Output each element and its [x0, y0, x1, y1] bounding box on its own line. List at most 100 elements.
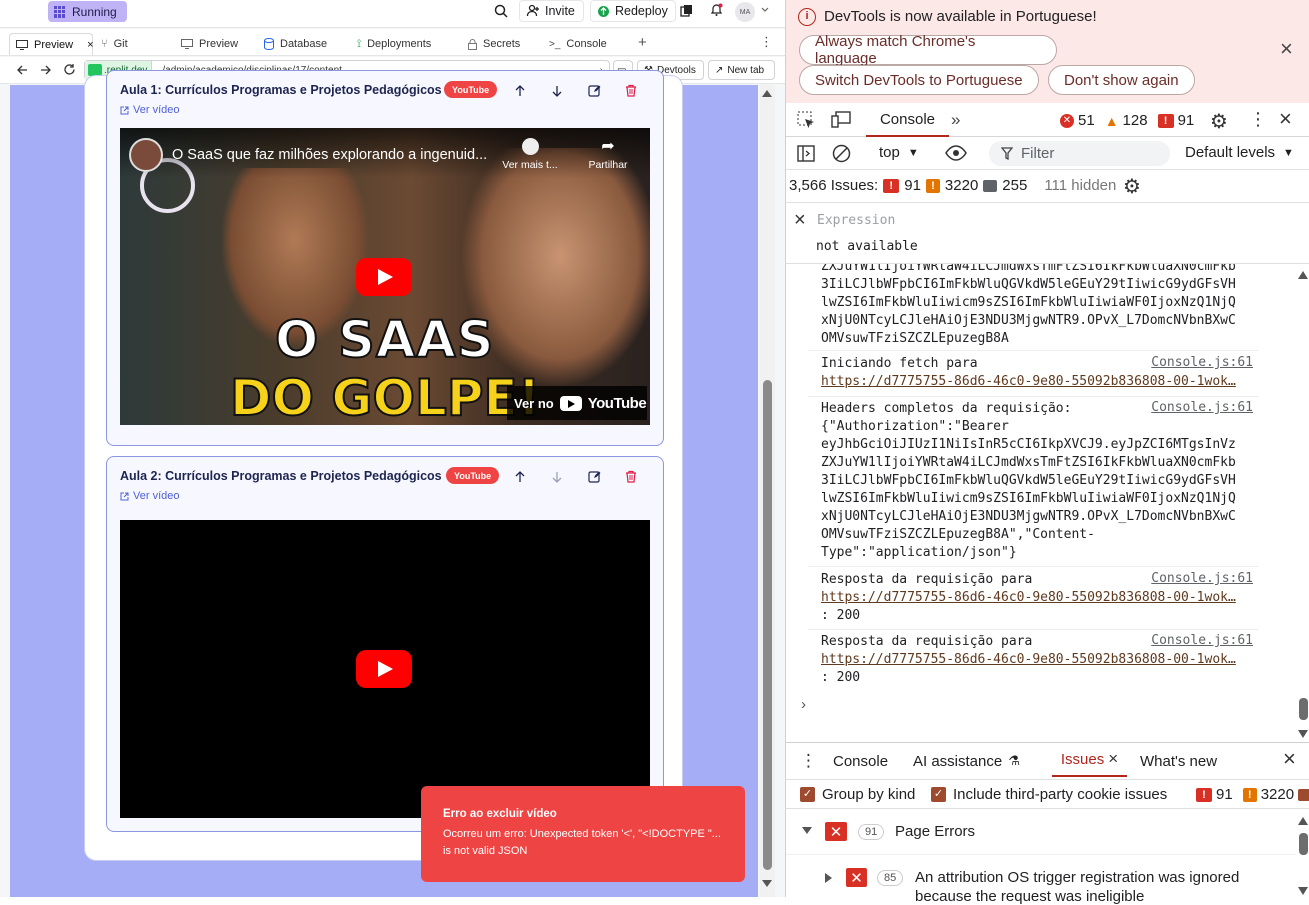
watch-video-link[interactable]: Ver vídeo: [120, 104, 179, 116]
page-errors-group[interactable]: ✕ 91 Page Errors: [786, 811, 1296, 855]
more-vertical-icon[interactable]: ⋮: [800, 751, 817, 771]
gear-icon[interactable]: ⚙: [1123, 174, 1141, 199]
drawer-tab-issues[interactable]: Issues ×: [1052, 743, 1127, 777]
close-icon[interactable]: ×: [1108, 749, 1118, 769]
drawer-scrollbar[interactable]: [1297, 811, 1309, 898]
tab-secrets[interactable]: Secrets: [462, 33, 542, 55]
log-source-link[interactable]: Console.js:61: [1151, 571, 1253, 586]
issues-counts: 3,566 Issues: ! 91 ! 3220 255 111 hidden: [789, 177, 1116, 194]
gear-icon[interactable]: ⚙: [1210, 109, 1228, 134]
prompt-chevron-icon[interactable]: ›: [801, 696, 806, 713]
close-icon[interactable]: ×: [87, 39, 93, 51]
edit-icon[interactable]: [588, 470, 604, 486]
reload-icon[interactable]: [63, 63, 76, 76]
log-source-link[interactable]: Console.js:61: [1151, 355, 1253, 370]
edit-icon[interactable]: [588, 84, 604, 100]
filter-input[interactable]: Filter: [989, 141, 1170, 166]
more-tabs-icon[interactable]: »: [951, 110, 960, 130]
drawer-tab-whats-new[interactable]: What's new: [1140, 753, 1217, 770]
scroll-down-icon[interactable]: [762, 880, 772, 887]
scroll-thumb[interactable]: [1299, 833, 1308, 855]
trash-icon[interactable]: [625, 84, 641, 100]
avatar[interactable]: MA: [735, 2, 755, 22]
more-vertical-icon[interactable]: ⋮: [760, 34, 773, 50]
close-icon[interactable]: ×: [1279, 106, 1292, 132]
expand-down-icon[interactable]: [802, 827, 812, 834]
clear-console-icon[interactable]: [832, 144, 851, 163]
share-button[interactable]: ➦ Partilhar: [578, 138, 638, 171]
video-title[interactable]: O SaaS que faz milhões explorando a inge…: [172, 147, 487, 163]
error-toast[interactable]: Erro ao excluir vídeo Ocorreu um erro: U…: [421, 786, 745, 882]
run-status-button[interactable]: Running: [48, 1, 127, 22]
tab-git[interactable]: ⑂ Git: [95, 33, 173, 55]
video-embed[interactable]: [120, 520, 650, 818]
log-source-link[interactable]: Console.js:61: [1151, 400, 1253, 415]
video-embed[interactable]: O SaaS que faz milhões explorando a inge…: [120, 128, 650, 425]
invite-button[interactable]: Invite: [519, 0, 584, 22]
third-party-checkbox[interactable]: ✓ Include third-party cookie issues: [931, 786, 1167, 803]
watch-on-youtube[interactable]: Ver no YouTube: [507, 386, 647, 420]
log-url-link[interactable]: https://d7775755-86d6-46c0-9e80-55092b83…: [821, 651, 1259, 669]
close-icon[interactable]: ×: [794, 209, 806, 232]
group-by-kind-checkbox[interactable]: ✓ Group by kind: [800, 786, 915, 803]
error-counter[interactable]: ✕ 51 ▲ 128 ! 91: [1060, 112, 1194, 129]
sidebar-toggle-icon[interactable]: [797, 145, 815, 162]
device-toolbar-icon[interactable]: [831, 111, 851, 128]
bell-icon[interactable]: [710, 3, 723, 17]
issues-toolbar: ✓ Group by kind ✓ Include third-party co…: [786, 779, 1309, 809]
move-down-icon[interactable]: [551, 471, 567, 487]
drawer-tab-ai-assistance[interactable]: AI assistance ⚗: [913, 753, 1020, 770]
play-button[interactable]: [356, 258, 412, 296]
expression-input[interactable]: Expression: [817, 213, 895, 228]
log-url-link[interactable]: https://d7775755-86d6-46c0-9e80-55092b83…: [821, 373, 1259, 391]
add-tab-icon[interactable]: +: [638, 34, 647, 51]
new-tab-button[interactable]: ↗ New tab: [708, 60, 775, 80]
dont-show-again-button[interactable]: Don't show again: [1048, 65, 1195, 95]
play-button[interactable]: [356, 650, 412, 688]
scroll-down-icon[interactable]: [1298, 887, 1308, 895]
more-vertical-icon[interactable]: ⋮: [1249, 109, 1267, 130]
watch-video-link[interactable]: Ver vídeo: [120, 490, 179, 502]
issue-warning-icon: !: [925, 178, 940, 193]
chevron-down-icon[interactable]: [761, 7, 769, 13]
eye-icon[interactable]: [945, 145, 967, 161]
move-down-icon[interactable]: [551, 85, 567, 101]
issue-row[interactable]: ✕ 85 An attribution OS trigger registrat…: [786, 857, 1296, 905]
context-selector[interactable]: top ▼: [879, 144, 919, 161]
redeploy-button[interactable]: Redeploy: [590, 0, 676, 22]
trash-icon[interactable]: [625, 470, 641, 486]
expand-right-icon[interactable]: [825, 873, 832, 883]
always-match-button[interactable]: Always match Chrome's language: [799, 33, 1057, 67]
close-icon[interactable]: ×: [1283, 746, 1296, 772]
forward-arrow-icon[interactable]: [40, 64, 52, 76]
search-icon[interactable]: [494, 4, 508, 18]
tab-deployments[interactable]: ⟟ Deployments: [351, 33, 461, 55]
back-arrow-icon[interactable]: [16, 64, 28, 76]
copy-icon[interactable]: [680, 4, 693, 17]
inspect-element-icon[interactable]: [797, 111, 816, 129]
close-icon[interactable]: ×: [1280, 36, 1293, 62]
move-up-icon[interactable]: [514, 85, 530, 101]
watch-later-button[interactable]: Ver mais t...: [500, 138, 560, 171]
scroll-down-icon[interactable]: [1298, 730, 1308, 738]
move-up-icon[interactable]: [514, 471, 530, 487]
scroll-thumb[interactable]: [763, 380, 772, 870]
log-levels-select[interactable]: Default levels ▼: [1185, 144, 1294, 161]
scroll-up-icon[interactable]: [1298, 817, 1308, 825]
tab-database[interactable]: Database: [258, 33, 348, 55]
switch-language-button[interactable]: Switch DevTools to Portuguese: [799, 65, 1039, 95]
drawer-tab-console[interactable]: Console: [833, 753, 888, 770]
tab-console[interactable]: Console: [866, 103, 949, 137]
scroll-up-icon[interactable]: [762, 90, 772, 97]
scroll-thumb[interactable]: [1299, 698, 1308, 720]
console-scrollbar[interactable]: [1297, 264, 1309, 742]
preview-scrollbar[interactable]: [760, 85, 775, 897]
log-source-link[interactable]: Console.js:61: [1151, 633, 1253, 648]
log-url-link[interactable]: https://d7775755-86d6-46c0-9e80-55092b83…: [821, 589, 1259, 607]
tab-console[interactable]: >_ Console: [543, 33, 628, 55]
tab-preview[interactable]: Preview ×: [9, 33, 94, 55]
scroll-up-icon[interactable]: [1298, 271, 1308, 279]
tab-preview-2[interactable]: Preview: [175, 33, 257, 55]
dropdown-icon: ▼: [1283, 146, 1294, 159]
issues-summary[interactable]: 3,566 Issues: ! 91 ! 3220 255 111 hidden…: [786, 170, 1309, 203]
